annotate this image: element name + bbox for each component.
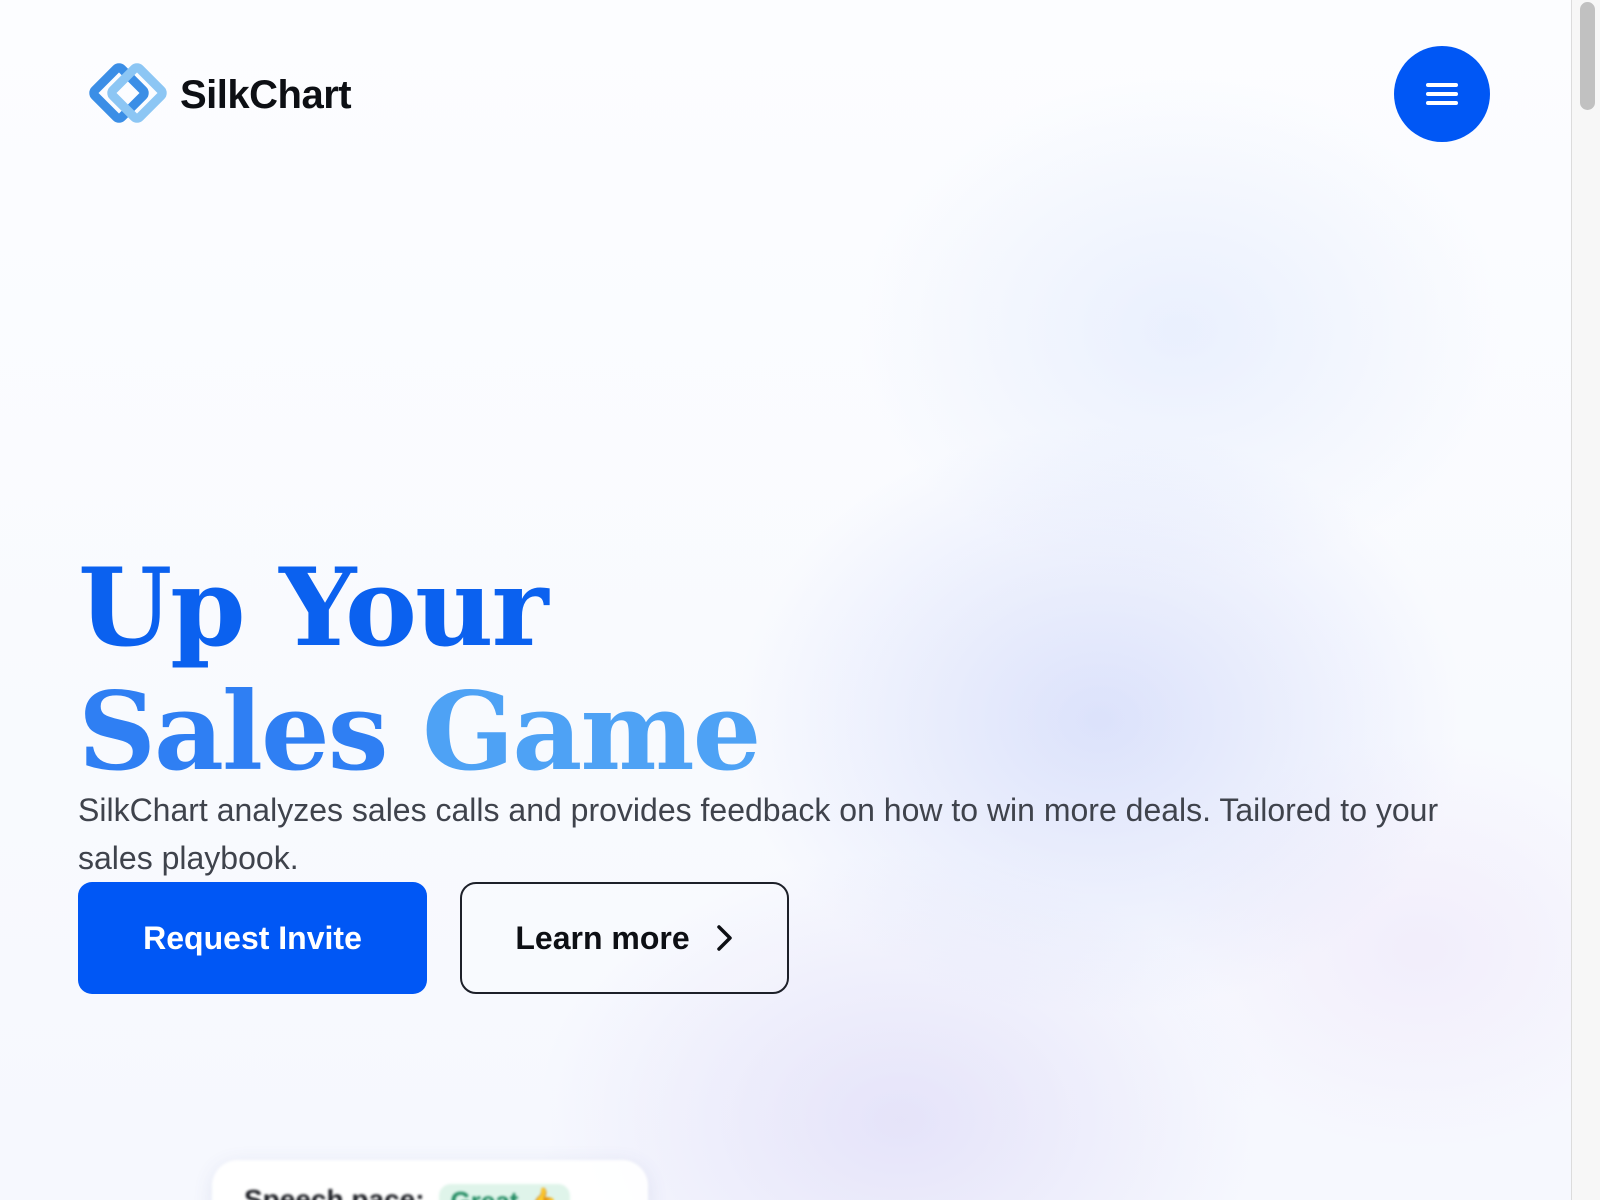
vertical-scrollbar[interactable] [1571, 0, 1600, 1200]
hero-title: Up Your Sales Game [78, 545, 761, 795]
site-header: SilkChart [0, 0, 1571, 190]
scrollbar-thumb[interactable] [1580, 2, 1595, 110]
hero-title-word-sales: Sales [78, 669, 389, 795]
hamburger-menu-icon [1426, 83, 1458, 105]
hero-title-word-game: Game [422, 669, 761, 795]
speech-pace-label: Speech pace: [244, 1184, 425, 1200]
brand-name: SilkChart [180, 72, 352, 117]
request-invite-button[interactable]: Request Invite [78, 882, 427, 994]
brand-logo-link[interactable]: SilkChart [78, 58, 352, 132]
hero-subtitle: SilkChart analyzes sales calls and provi… [78, 792, 1439, 876]
hero-title-line-2: Sales Game [78, 669, 761, 795]
learn-more-label: Learn more [515, 919, 690, 956]
menu-button[interactable] [1394, 46, 1490, 142]
silkchart-logo-icon [89, 63, 167, 123]
speech-pace-card: Speech pace: Great 👍 [212, 1160, 648, 1200]
learn-more-button[interactable]: Learn more [460, 882, 789, 994]
hero-title-line-1: Up Your [78, 545, 548, 671]
speech-pace-badge: Great 👍 [438, 1184, 571, 1200]
chevron-right-icon [716, 925, 732, 951]
